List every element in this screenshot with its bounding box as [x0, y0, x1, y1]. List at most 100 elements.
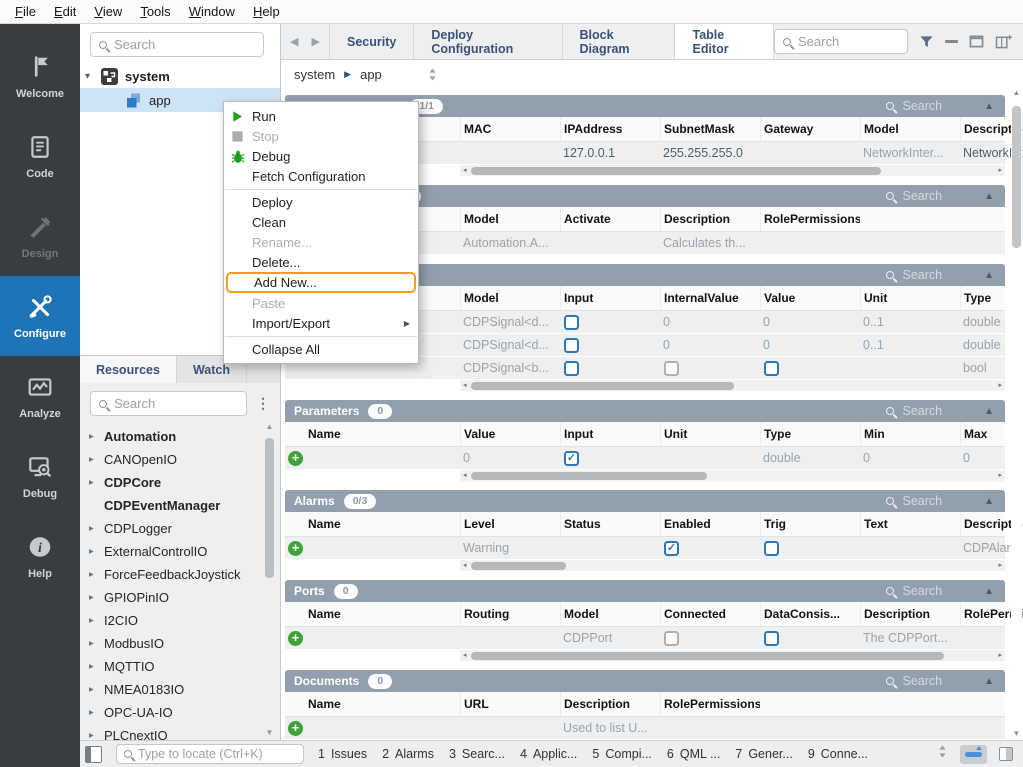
scroll-handle[interactable]	[471, 472, 707, 480]
cell[interactable]	[760, 537, 860, 559]
checkbox[interactable]	[664, 631, 679, 646]
scroll-up-icon[interactable]: ▲	[1013, 88, 1021, 98]
checkbox[interactable]	[564, 338, 579, 353]
status-pane-gener[interactable]: 7Gener...	[735, 747, 792, 761]
cell[interactable]: CDPSignal<d...	[460, 311, 560, 333]
sort-updown-icon[interactable]	[427, 67, 438, 82]
cell[interactable]: CDPPort	[560, 627, 660, 649]
cell[interactable]: Warning	[460, 537, 560, 559]
scroll-left-icon[interactable]: ◂	[463, 167, 467, 174]
cell[interactable]	[460, 142, 560, 164]
menu-item-fetch-configuration[interactable]: Fetch Configuration	[224, 166, 418, 186]
resource-item-canopenio[interactable]: ▸CANOpenIO	[80, 448, 280, 471]
cell[interactable]: ✓	[560, 447, 660, 469]
cell[interactable]	[460, 717, 560, 739]
expander-icon[interactable]: ▾	[85, 71, 101, 82]
menu-item-import-export[interactable]: Import/Export▶	[224, 313, 418, 333]
build-progress-button[interactable]	[960, 745, 987, 764]
scroll-right-icon[interactable]: ▸	[998, 652, 1002, 659]
cell[interactable]	[760, 357, 860, 379]
collapse-icon[interactable]: ▲	[984, 676, 994, 687]
cell[interactable]: Used to list U...	[560, 717, 660, 739]
cell[interactable]: Automation.A...	[460, 232, 560, 254]
resource-item-opc-ua-io[interactable]: ▸OPC-UA-IO	[80, 701, 280, 724]
sidebar-toggle-icon[interactable]	[85, 746, 102, 763]
collapse-icon[interactable]: ▲	[984, 586, 994, 597]
resource-item-cdpeventmanager[interactable]: CDPEventManager	[80, 494, 280, 517]
filter-icon[interactable]	[919, 34, 934, 49]
scroll-right-icon[interactable]: ▸	[998, 472, 1002, 479]
tab-resources[interactable]: Resources	[80, 356, 177, 383]
activity-configure[interactable]: Configure	[0, 276, 80, 356]
cell[interactable]	[560, 232, 660, 254]
checkbox[interactable]: ✓	[664, 541, 679, 556]
minimize-icon[interactable]	[945, 40, 958, 43]
cell[interactable]	[560, 334, 660, 356]
section-header[interactable]: Alarms0/3Search▲	[285, 490, 1005, 512]
cell[interactable]: double	[760, 447, 860, 469]
cell[interactable]	[305, 537, 460, 559]
menu-item-debug[interactable]: Debug	[224, 146, 418, 166]
section-search[interactable]: Search	[886, 99, 942, 113]
section-search[interactable]: Search	[886, 189, 942, 203]
cell[interactable]	[305, 717, 460, 739]
cell[interactable]: 0..1	[860, 334, 960, 356]
kebab-menu-icon[interactable]: ⋮	[252, 395, 274, 412]
tab-security[interactable]: Security	[329, 24, 414, 59]
scroll-down-icon[interactable]: ▼	[266, 728, 274, 738]
status-pane-qml[interactable]: 6QML ...	[667, 747, 720, 761]
cell[interactable]: NetworkInter...	[860, 142, 960, 164]
horizontal-scrollbar[interactable]: ◂▸	[460, 560, 1005, 571]
scroll-left-icon[interactable]: ◂	[463, 472, 467, 479]
cell[interactable]: 0..1	[860, 311, 960, 333]
pane-updown-icon[interactable]	[937, 744, 948, 764]
cell[interactable]	[860, 357, 960, 379]
resource-item-mqttio[interactable]: ▸MQTTIO	[80, 655, 280, 678]
maximize-icon[interactable]	[969, 35, 984, 48]
menu-edit[interactable]: Edit	[45, 2, 85, 21]
cell[interactable]	[760, 232, 860, 254]
add-row-button[interactable]: +	[285, 447, 305, 469]
checkbox[interactable]	[764, 631, 779, 646]
cell[interactable]: 0	[760, 311, 860, 333]
activity-analyze[interactable]: Analyze	[0, 356, 80, 436]
resource-item-externalcontrolio[interactable]: ▸ExternalControlIO	[80, 540, 280, 563]
activity-debug[interactable]: Debug	[0, 436, 80, 516]
cell[interactable]	[660, 447, 760, 469]
cell[interactable]: CDPSignal<d...	[460, 334, 560, 356]
cell[interactable]: ✓	[660, 537, 760, 559]
menu-view[interactable]: View	[85, 2, 131, 21]
menu-help[interactable]: Help	[244, 2, 289, 21]
menu-item-add-new[interactable]: Add New...	[226, 272, 416, 293]
resource-item-nmea0183io[interactable]: ▸NMEA0183IO	[80, 678, 280, 701]
checkbox[interactable]	[564, 361, 579, 376]
locator-input[interactable]	[138, 747, 296, 761]
cell[interactable]	[560, 357, 660, 379]
menu-item-clean[interactable]: Clean	[224, 212, 418, 232]
checkbox[interactable]	[664, 361, 679, 376]
checkbox[interactable]	[764, 541, 779, 556]
scroll-left-icon[interactable]: ◂	[463, 562, 467, 569]
collapse-icon[interactable]: ▲	[984, 496, 994, 507]
activity-welcome[interactable]: Welcome	[0, 36, 80, 116]
scroll-handle[interactable]	[471, 562, 566, 570]
scroll-handle[interactable]	[1012, 106, 1021, 248]
horizontal-scrollbar[interactable]: ◂▸	[460, 650, 1005, 661]
cell[interactable]	[305, 627, 460, 649]
resource-item-gpiopinio[interactable]: ▸GPIOPinIO	[80, 586, 280, 609]
horizontal-scrollbar[interactable]: ◂▸	[460, 470, 1005, 481]
menu-file[interactable]: File	[6, 2, 45, 21]
menu-window[interactable]: Window	[180, 2, 244, 21]
section-search[interactable]: Search	[886, 494, 942, 508]
section-search[interactable]: Search	[886, 268, 942, 282]
add-row-button[interactable]: +	[285, 717, 305, 739]
scroll-handle[interactable]	[471, 382, 734, 390]
editor-search[interactable]	[774, 29, 908, 54]
resource-item-i2cio[interactable]: ▸I2CIO	[80, 609, 280, 632]
split-editor-icon[interactable]	[995, 34, 1013, 49]
cell[interactable]: 0	[660, 311, 760, 333]
section-search[interactable]: Search	[886, 674, 942, 688]
section-search[interactable]: Search	[886, 584, 942, 598]
resource-item-plcnextio[interactable]: ▸PLCnextIO	[80, 724, 280, 740]
menu-item-collapse-all[interactable]: Collapse All	[224, 339, 418, 359]
